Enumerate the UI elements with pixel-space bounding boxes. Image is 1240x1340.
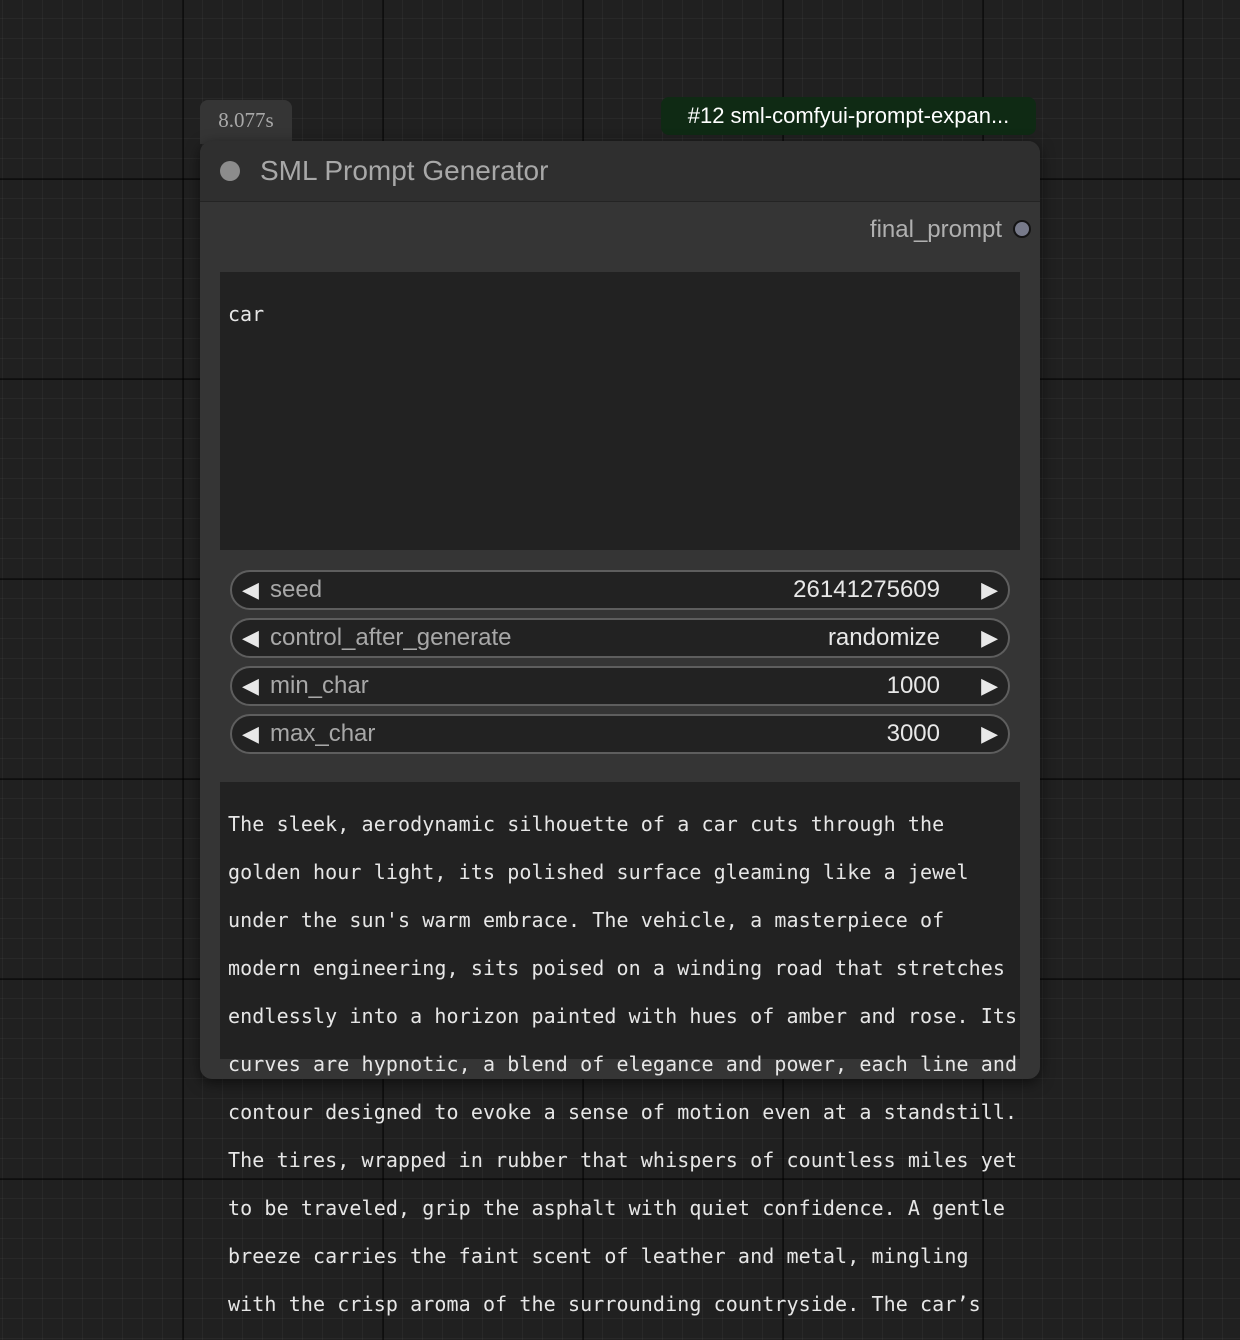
decrement-arrow-icon[interactable]: ◀: [242, 572, 259, 608]
output-slot-dot-icon[interactable]: [1013, 220, 1031, 238]
collapse-dot-icon[interactable]: [220, 161, 240, 181]
output-slot-label: final_prompt: [869, 216, 1002, 243]
text-line: with the crisp aroma of the surrounding …: [228, 1292, 981, 1316]
prompt-textarea[interactable]: car: [220, 272, 1020, 550]
widget-label: max_char: [270, 720, 376, 747]
text-line: to be traveled, grip the asphalt with qu…: [228, 1196, 1006, 1220]
text-line: breeze carries the faint scent of leathe…: [228, 1244, 969, 1268]
widget-label: seed: [270, 576, 323, 603]
increment-arrow-icon[interactable]: ▶: [981, 620, 998, 656]
control-after-generate-widget[interactable]: ◀ control_after_generate randomize ▶: [230, 618, 1010, 658]
node-id-badge: #12 sml-comfyui-prompt-expan...: [661, 97, 1036, 135]
text-line: curves are hypnotic, a blend of elegance…: [228, 1052, 1018, 1076]
widget-label: control_after_generate: [270, 624, 512, 651]
node-header[interactable]: SML Prompt Generator: [200, 141, 1040, 202]
decrement-arrow-icon[interactable]: ◀: [242, 716, 259, 752]
execution-time-badge: 8.077s: [200, 100, 292, 144]
increment-arrow-icon[interactable]: ▶: [981, 668, 998, 704]
widget-label: min_char: [270, 672, 369, 699]
widget-value: 26141275609: [793, 576, 940, 603]
text-line: modern engineering, sits poised on a win…: [228, 956, 1006, 980]
node-title: SML Prompt Generator: [260, 155, 549, 186]
widget-value: randomize: [827, 624, 940, 651]
max-char-widget[interactable]: ◀ max_char 3000 ▶: [230, 714, 1010, 754]
text-line: golden hour light, its polished surface …: [228, 860, 969, 884]
text-line: The tires, wrapped in rubber that whispe…: [228, 1148, 1018, 1172]
widget-value: 1000: [886, 672, 940, 699]
increment-arrow-icon[interactable]: ▶: [981, 716, 998, 752]
decrement-arrow-icon[interactable]: ◀: [242, 668, 259, 704]
increment-arrow-icon[interactable]: ▶: [981, 572, 998, 608]
text-line: contour designed to evoke a sense of mot…: [228, 1100, 1018, 1124]
generated-prompt-text: The sleek, aerodynamic silhouette of a c…: [228, 800, 1028, 1328]
seed-widget[interactable]: ◀ seed 26141275609 ▶: [230, 570, 1010, 610]
decrement-arrow-icon[interactable]: ◀: [242, 620, 259, 656]
text-line: endlessly into a horizon painted with hu…: [228, 1004, 1018, 1028]
text-line: under the sun's warm embrace. The vehicl…: [228, 908, 945, 932]
text-line: The sleek, aerodynamic silhouette of a c…: [228, 812, 945, 836]
min-char-widget[interactable]: ◀ min_char 1000 ▶: [230, 666, 1010, 706]
widget-value: 3000: [886, 720, 940, 747]
